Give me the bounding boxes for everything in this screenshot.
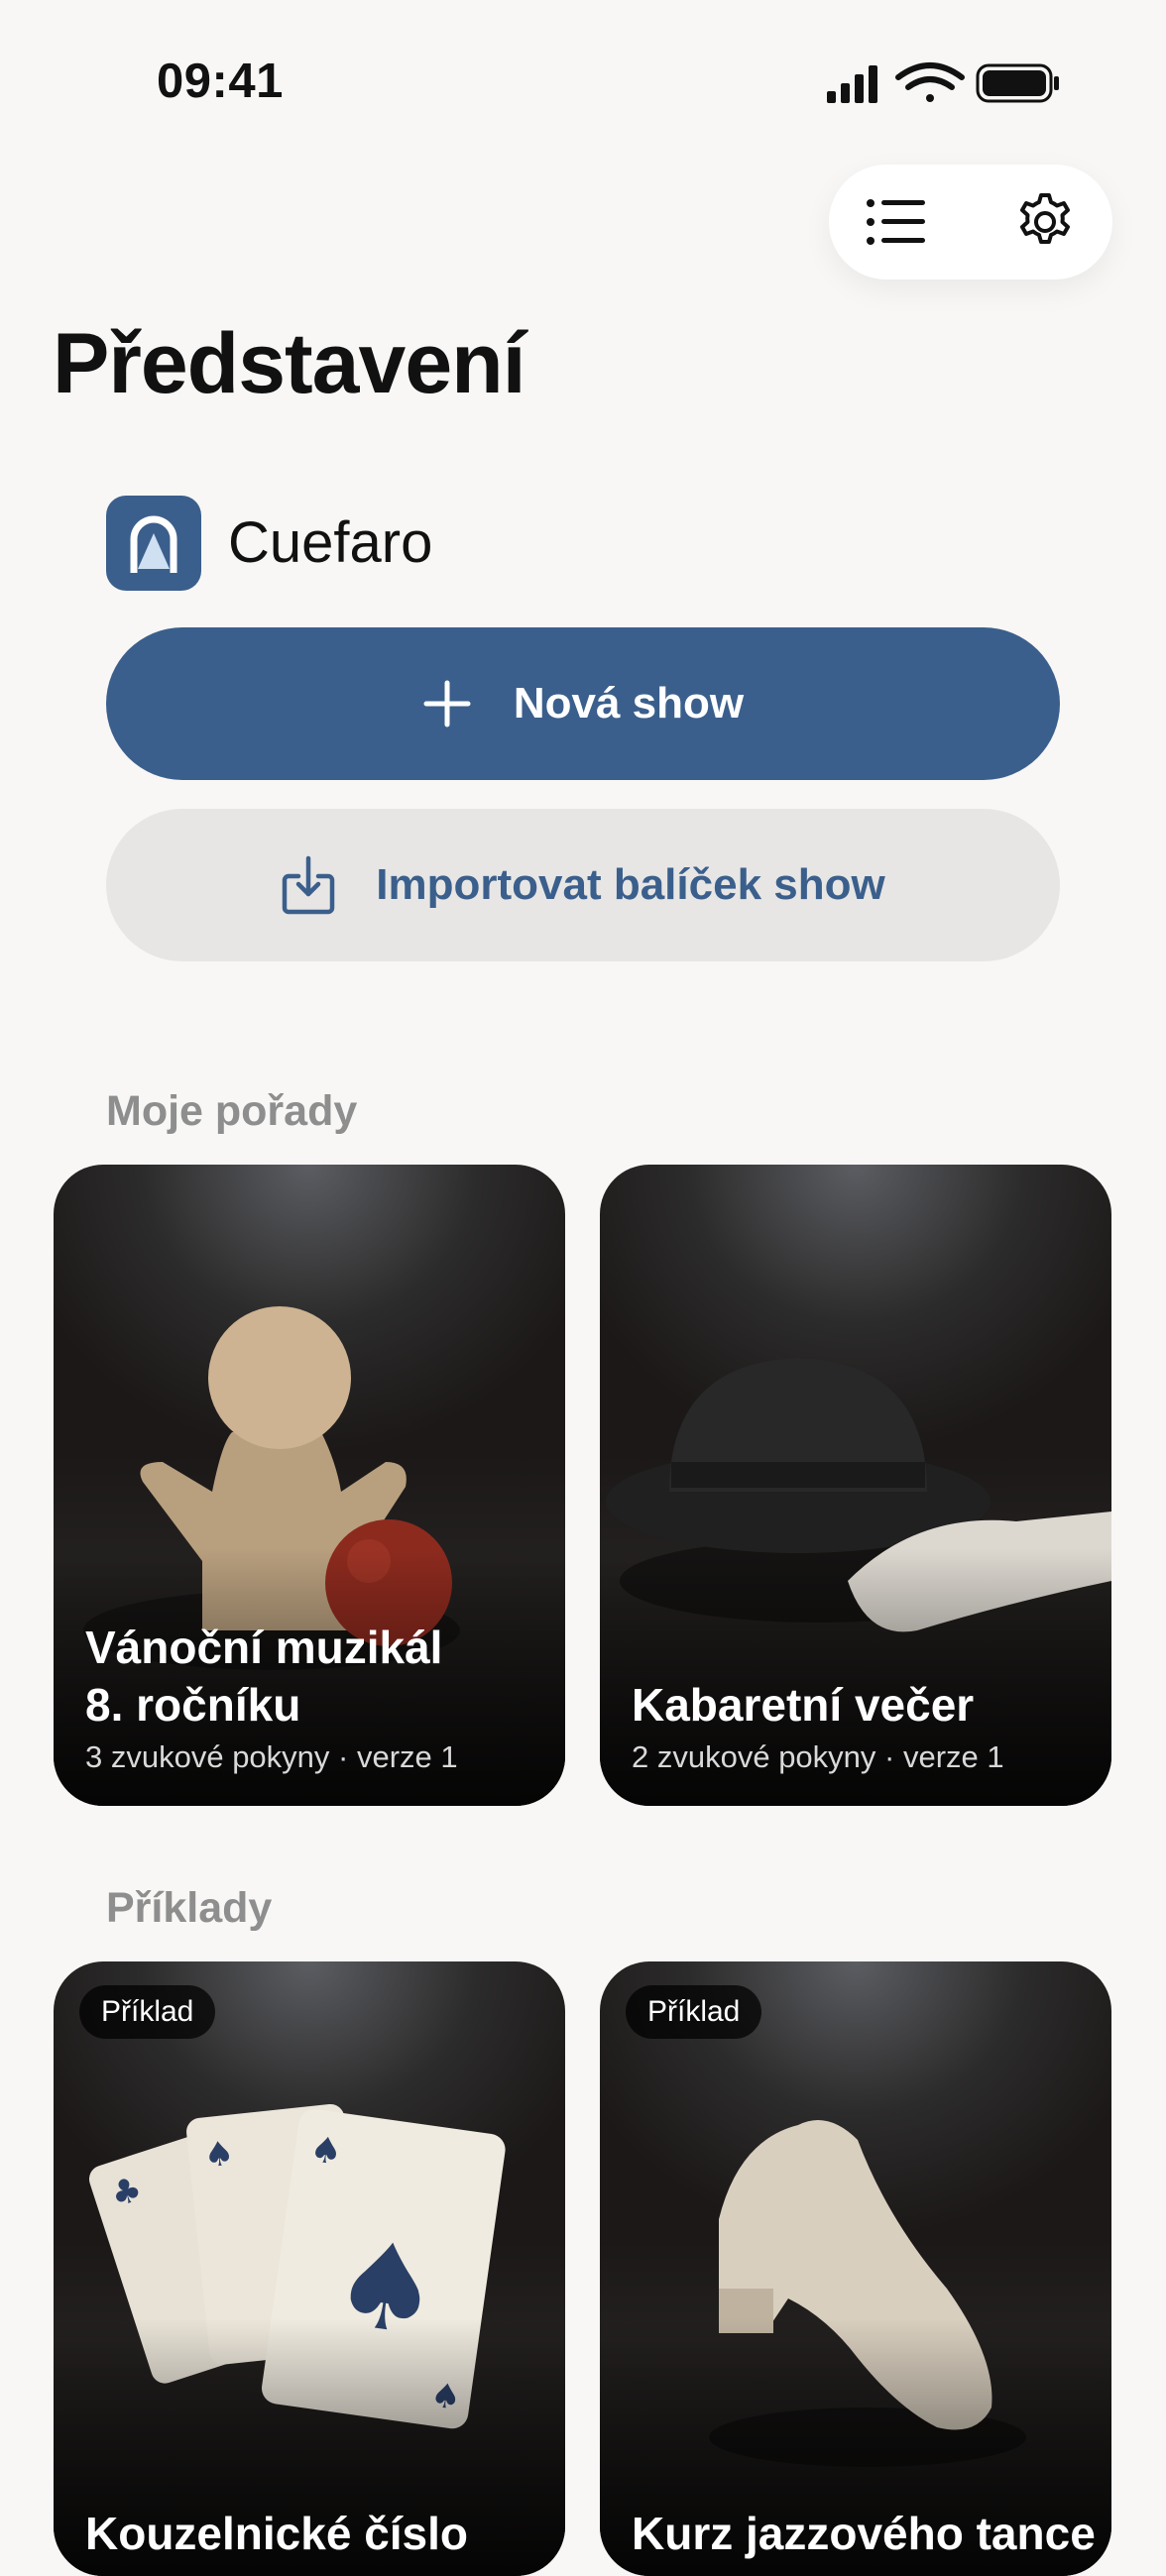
status-icons: [823, 59, 1061, 109]
brand-name: Cuefaro: [228, 510, 433, 575]
wifi-icon: [895, 62, 965, 102]
brand-logo: [106, 496, 201, 591]
list-button[interactable]: [859, 184, 934, 260]
page-title: Představení: [53, 316, 526, 411]
new-show-label: Nová show: [513, 679, 745, 728]
card-title-line2: 8. ročníku: [85, 1679, 301, 1731]
card-subtitle: 2 zvukové pokyny · verze 1: [632, 1739, 1004, 1774]
card-title: Vánoční muzikál: [85, 1622, 443, 1673]
top-toolbar: [829, 165, 1112, 280]
card-title: Kurz jazzového tance: [632, 2508, 1096, 2559]
card-title: Kabaretní večer: [632, 1679, 975, 1731]
list-icon: [867, 199, 925, 245]
section-examples: Příklady: [106, 1884, 273, 1932]
battery-icon: [976, 63, 1059, 103]
download-icon: [283, 855, 335, 915]
import-show-label: Importovat balíček show: [376, 860, 885, 909]
example-badge: Příklad: [626, 1985, 762, 2039]
cellular-signal-icon: [827, 65, 877, 103]
svg-text:♠: ♠: [307, 2129, 345, 2174]
status-time: 09:41: [157, 55, 284, 108]
import-show-button[interactable]: Importovat balíček show: [106, 809, 1060, 961]
spotlight-icon: [130, 515, 177, 573]
show-card-vanocni-muzikal[interactable]: Vánoční muzikál 8. ročníku 3 zvukové pok…: [54, 1165, 565, 1806]
svg-text:♠: ♠: [202, 2133, 236, 2176]
gear-icon: [1020, 193, 1070, 244]
card-subtitle: 3 zvukové pokyny · verze 1: [85, 1739, 458, 1774]
example-card-kouzelnicke-cislo[interactable]: ♣ ♠ ♠ ♠ ♠ Příklad Kouzelnické číslo: [54, 1961, 565, 2576]
card-title: Kouzelnické číslo: [85, 2508, 469, 2559]
settings-button[interactable]: [1007, 184, 1083, 260]
example-card-kurz-jazzoveho-tance[interactable]: Příklad Kurz jazzového tance: [600, 1961, 1111, 2576]
section-my-shows: Moje pořady: [106, 1087, 358, 1135]
plus-icon: [423, 680, 471, 728]
show-card-kabaretni-vecer[interactable]: Kabaretní večer 2 zvukové pokyny · verze…: [600, 1165, 1111, 1806]
example-badge: Příklad: [79, 1985, 216, 2039]
new-show-button[interactable]: Nová show: [106, 627, 1060, 780]
